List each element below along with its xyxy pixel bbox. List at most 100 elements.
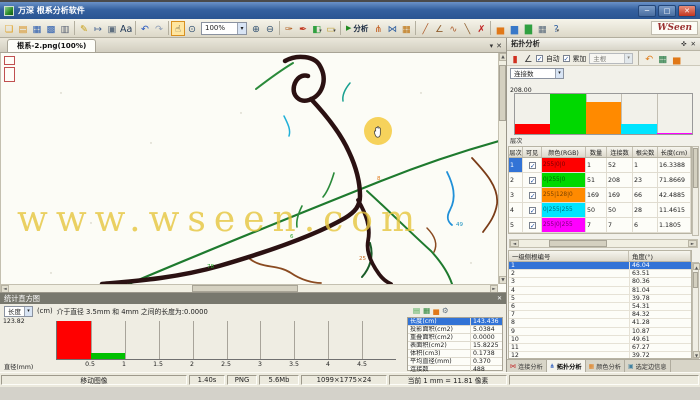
chevron-down-icon[interactable]: ▾ [237,23,246,34]
save-all-icon[interactable]: ▩ [44,21,58,36]
measure-angle-icon[interactable]: ∠ [432,21,446,36]
link-analysis-icon[interactable]: ⋈ [385,21,399,36]
chevron-down-icon[interactable]: ▾ [624,54,632,63]
color-picker-icon[interactable]: ◧▾ [310,21,324,36]
visible-checkbox[interactable]: ✓ [529,177,536,184]
color-analysis-icon[interactable]: ▦ [399,21,413,36]
angle-scroll-thumb[interactable] [693,272,698,288]
zoom-out-icon[interactable]: ⊖ [263,21,277,36]
scroll-down-icon[interactable]: ▼ [499,276,506,284]
layer-table-row[interactable]: 3✓255|128|01691696642.4885 [509,188,691,203]
angle-table-scrollbar[interactable]: ▲ ▼ [692,262,699,359]
hscroll-track[interactable] [519,240,688,247]
tab-list-dropdown-icon[interactable]: ▾ [490,42,494,50]
chevron-down-icon[interactable]: ▾ [333,28,336,34]
new-file-icon[interactable]: ❏ [2,21,16,36]
canvas-hscroll-thumb[interactable] [192,285,298,292]
layer-table-scrollbar[interactable] [692,146,699,236]
angle-table-row[interactable]: 481.04 [509,287,691,295]
stats-row[interactable]: 重叠面积(cm2)0.0000 [408,334,502,342]
chevron-down-icon[interactable]: ▾ [555,69,563,78]
tab-拓扑分析[interactable]: ⋔拓扑分析 [547,360,586,372]
angle-table-row[interactable]: 841.28 [509,319,691,327]
canvas-vertical-scrollbar[interactable]: ▲ ▼ [498,53,506,284]
chevron-down-icon[interactable]: ▾ [24,307,32,316]
canvas-vscroll-track[interactable] [499,61,506,276]
angle-table-row[interactable]: 380.36 [509,278,691,286]
scroll-up-icon[interactable]: ▲ [693,263,700,270]
angle-table-row[interactable]: 910.87 [509,328,691,336]
open-folder-icon[interactable]: ▤ [16,21,30,36]
layer-table-row[interactable]: 1✓255|0|0152116.3388 [509,158,691,173]
measure-polyline-icon[interactable]: ╲ [460,21,474,36]
canvas-vscroll-thumb[interactable] [499,65,506,121]
tab-连接分析[interactable]: ⋈连接分析 [507,360,547,372]
statistics-icon[interactable]: ▆ [507,21,521,36]
chart-export-icon[interactable]: ▅ [671,51,682,66]
auto-checkbox[interactable]: ✓ [536,55,543,62]
accumulate-checkbox[interactable]: ✓ [563,55,570,62]
angle-table-row[interactable]: 1049.61 [509,336,691,344]
report-icon[interactable]: ▇ [521,21,535,36]
canvas-horizontal-scrollbar[interactable]: ◄ ► [1,284,498,292]
topology-analysis-icon[interactable]: ⋔ [371,21,385,36]
close-button[interactable]: ✕ [678,5,696,17]
visible-checkbox[interactable]: ✓ [529,222,536,229]
minimize-button[interactable]: ─ [638,5,656,17]
save-icon[interactable]: ▦ [30,21,44,36]
export-excel-icon[interactable]: ▦ [423,306,430,316]
angle-tool-icon[interactable]: ∠ [523,51,533,66]
visible-checkbox[interactable]: ✓ [529,192,536,199]
stats-row[interactable]: 投影面积(cm2)5.0384 [408,326,502,334]
scroll-right-icon[interactable]: ► [688,240,697,247]
excel-export-icon[interactable]: ▦ [657,51,668,66]
panel-close-icon[interactable]: ✕ [691,40,696,48]
gear-icon[interactable]: ⚙ [442,306,449,316]
scroll-up-icon[interactable]: ▲ [499,53,506,61]
marker-tool-icon[interactable]: ✒ [296,21,310,36]
undo-icon[interactable]: ↶ [644,51,654,66]
zoom-level-combo[interactable]: 100%▾ [201,22,247,35]
zoom-in-icon[interactable]: ⊕ [249,21,263,36]
shape-picker-icon[interactable]: ▭▾ [324,21,338,36]
analyze-button[interactable]: ▶分析 [343,23,371,34]
tab-选定边信息[interactable]: ▣选定边信息 [625,360,671,372]
histogram-close-icon[interactable]: ✕ [497,293,506,304]
hscroll-thumb[interactable] [549,240,606,247]
stats-row[interactable]: 平均直径(mm)0.370 [408,358,502,366]
histogram-metric-select[interactable]: 长度 ▾ [4,306,33,317]
copy-icon[interactable]: ▣ [105,21,119,36]
chevron-down-icon[interactable]: ▾ [557,28,560,34]
main-root-select[interactable]: 主根 ▾ [589,53,633,64]
layer-table-row[interactable]: 5✓255|0|2557761.1805 [509,218,691,233]
measure-line-icon[interactable]: ╱ [418,21,432,36]
tab-close-icon[interactable]: ✕ [496,42,502,50]
export-chart-icon[interactable]: ▅ [433,306,439,316]
visible-checkbox[interactable]: ✓ [529,207,536,214]
angle-table-row[interactable]: 1239.72 [509,352,691,359]
angle-table-row[interactable]: 146.04 [509,262,691,270]
pan-tool-icon[interactable]: ☝ [171,21,185,36]
text-tool-icon[interactable]: Aa [119,21,133,36]
redo-icon[interactable]: ↷ [152,21,166,36]
stats-row[interactable]: 表面积(cm2)15.8225 [408,342,502,350]
stats-row[interactable]: 长度(cm)143.436 [408,318,502,326]
layer-table-row[interactable]: 4✓0|255|25550502811.4615 [509,203,691,218]
maximize-button[interactable]: □ [658,5,676,17]
chart-bars-icon[interactable]: ▅ [493,21,507,36]
export-icon[interactable]: ↦ [91,21,105,36]
image-canvas[interactable]: www.wseen.com 8254967815 ▲ ▼ ◄ ► [0,53,506,292]
angle-table-row[interactable]: 784.32 [509,311,691,319]
angle-scroll-track[interactable] [693,270,698,351]
undo-icon[interactable]: ↶ [138,21,152,36]
stats-row[interactable]: 体积(cm3)0.1738 [408,350,502,358]
angle-table-row[interactable]: 1167.27 [509,344,691,352]
angle-table-row[interactable]: 539.78 [509,295,691,303]
tab-颜色分析[interactable]: ▦颜色分析 [586,360,625,372]
measure-curve-icon[interactable]: ∿ [446,21,460,36]
angle-table-row[interactable]: 654.31 [509,303,691,311]
ruler-tool-icon[interactable]: ✑ [282,21,296,36]
zoom-tool-icon[interactable]: ⊙ [185,21,199,36]
export-report-icon[interactable]: ▤ [413,306,420,316]
edit-pencil-icon[interactable]: ✎ [77,21,91,36]
